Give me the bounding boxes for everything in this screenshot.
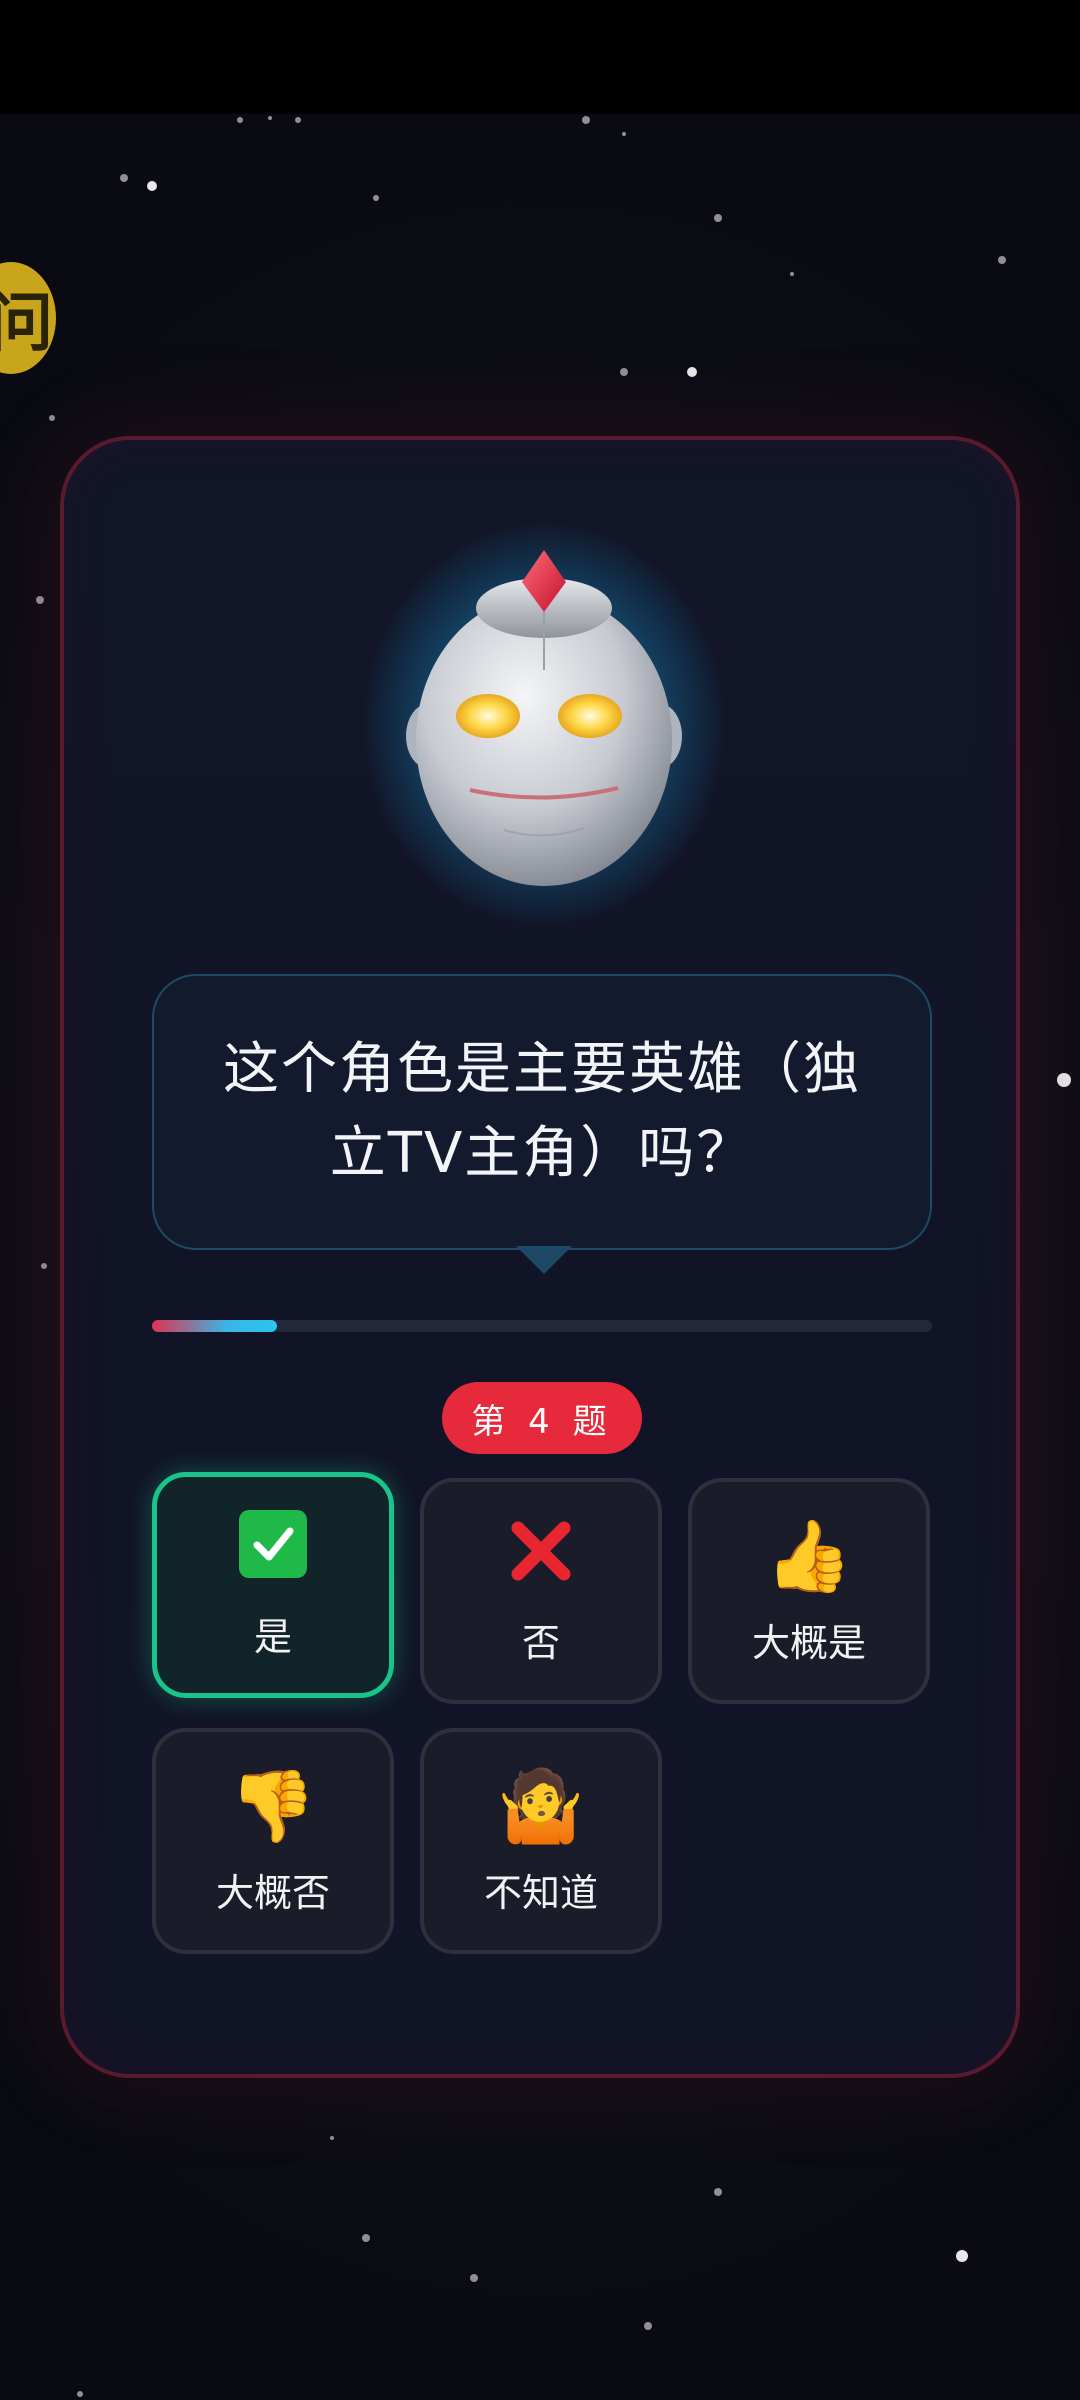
star-dot bbox=[77, 2391, 83, 2397]
answer-label: 否 bbox=[521, 1620, 560, 1665]
star-dot bbox=[49, 415, 55, 421]
star-dot bbox=[582, 116, 590, 124]
genie-robot-head-icon bbox=[406, 550, 682, 886]
question-text: 这个角色是主要英雄（独立TV主角）吗？ bbox=[223, 1037, 861, 1186]
thumbs-down-icon: 👎 bbox=[229, 1764, 317, 1847]
game-screen: 问 这个角色是主要英雄（独立TV主角）吗？ 第 4 题 是 否 👍 大概是 👎 … bbox=[0, 0, 1080, 2400]
shrug-icon: 🤷 bbox=[497, 1764, 585, 1847]
answer-probably-no-button[interactable]: 👎 大概否 bbox=[152, 1728, 394, 1954]
question-bubble-tail bbox=[516, 1246, 572, 1274]
answer-probably-yes-button[interactable]: 👍 大概是 bbox=[688, 1478, 930, 1704]
check-mark-icon bbox=[239, 1509, 307, 1590]
star-dot bbox=[714, 2188, 722, 2196]
question-card: 这个角色是主要英雄（独立TV主角）吗？ 第 4 题 是 否 👍 大概是 👎 大概… bbox=[60, 436, 1020, 2078]
star-dot bbox=[36, 596, 44, 604]
question-number-badge: 第 4 题 bbox=[442, 1382, 642, 1454]
star-dot bbox=[790, 272, 794, 276]
answer-no-button[interactable]: 否 bbox=[420, 1478, 662, 1704]
star-dot bbox=[41, 1263, 47, 1269]
hint-button[interactable]: 问 bbox=[0, 262, 56, 374]
answer-dont-know-button[interactable]: 🤷 不知道 bbox=[420, 1728, 662, 1954]
star-dot bbox=[998, 256, 1006, 264]
star-dot bbox=[687, 367, 697, 377]
star-dot bbox=[1057, 1073, 1071, 1087]
answer-label: 不知道 bbox=[483, 1870, 598, 1915]
star-dot bbox=[714, 214, 722, 222]
answer-yes-button[interactable]: 是 bbox=[152, 1472, 394, 1698]
star-dot bbox=[622, 132, 626, 136]
hint-icon: 问 bbox=[0, 287, 53, 361]
star-dot bbox=[237, 117, 243, 123]
star-dot bbox=[956, 2250, 968, 2262]
question-bubble: 这个角色是主要英雄（独立TV主角）吗？ bbox=[152, 974, 932, 1250]
progress-fill bbox=[152, 1320, 277, 1332]
answer-label: 大概否 bbox=[215, 1870, 330, 1915]
star-dot bbox=[268, 116, 272, 120]
star-dot bbox=[362, 2234, 370, 2242]
star-dot bbox=[295, 117, 301, 123]
star-dot bbox=[330, 2136, 334, 2140]
star-dot bbox=[644, 2322, 652, 2330]
star-dot bbox=[470, 2274, 478, 2282]
question-number-label: 第 4 题 bbox=[471, 1401, 613, 1442]
answer-label: 是 bbox=[253, 1614, 292, 1659]
star-dot bbox=[373, 195, 379, 201]
progress-bar bbox=[152, 1320, 932, 1332]
thumbs-up-icon: 👍 bbox=[765, 1514, 853, 1597]
answer-label: 大概是 bbox=[751, 1620, 866, 1665]
status-bar bbox=[0, 0, 1080, 114]
cross-mark-icon bbox=[506, 1516, 576, 1596]
star-dot bbox=[620, 368, 628, 376]
star-dot bbox=[120, 174, 128, 182]
star-dot bbox=[147, 181, 157, 191]
